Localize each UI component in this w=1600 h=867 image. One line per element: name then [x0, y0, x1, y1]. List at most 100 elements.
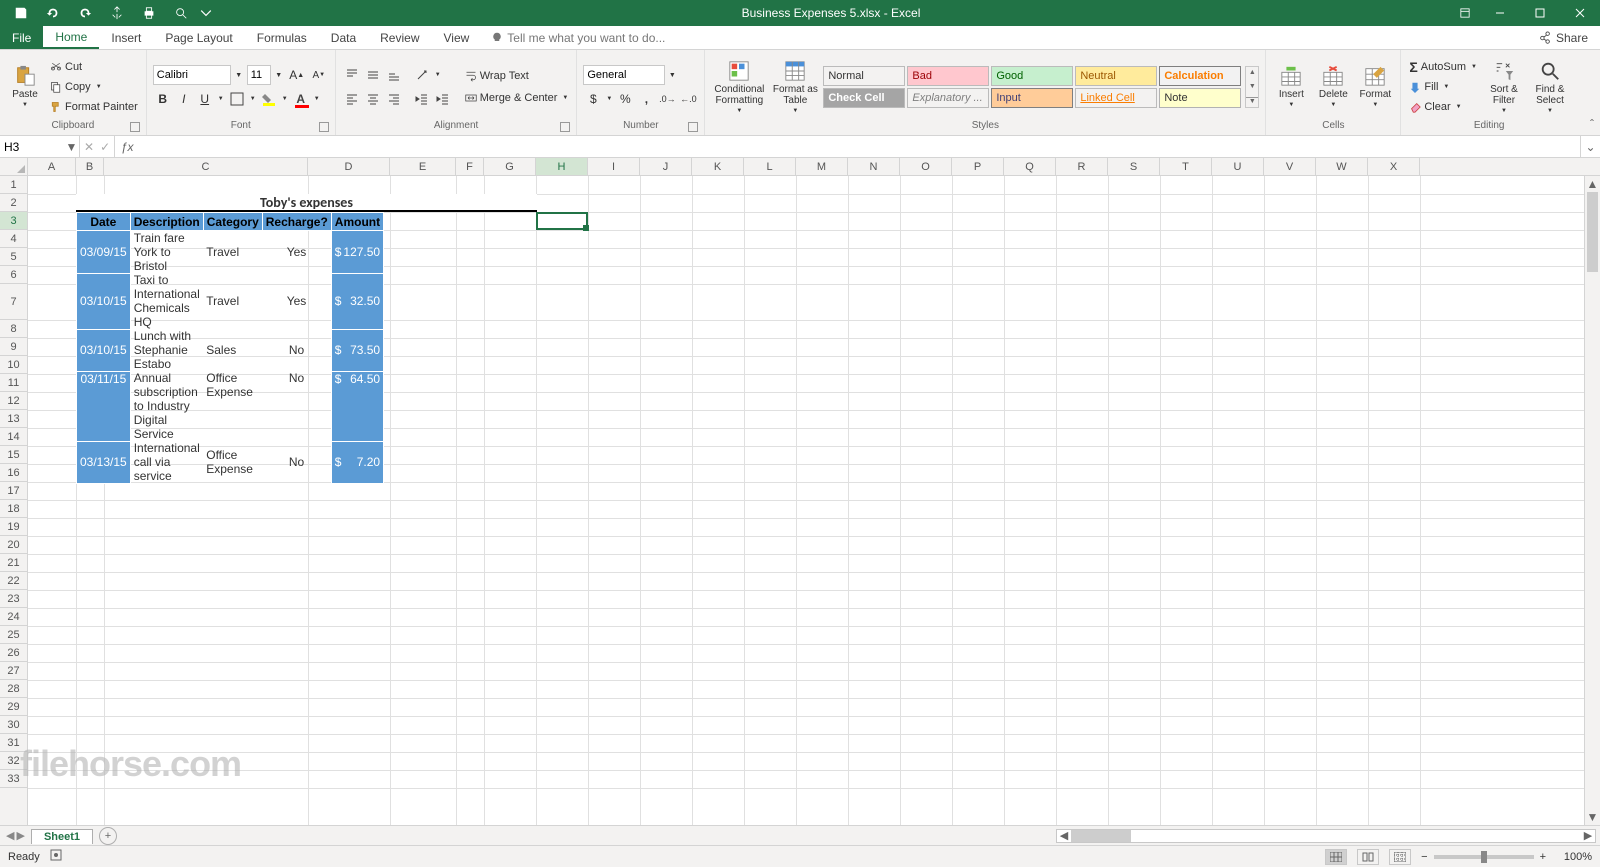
minimize-icon[interactable]	[1480, 0, 1520, 26]
column-header-F[interactable]: F	[456, 158, 484, 175]
font-dialog-launcher[interactable]	[319, 122, 329, 132]
expand-formula-bar-icon[interactable]: ⌄	[1580, 136, 1600, 157]
page-break-view-icon[interactable]	[1389, 849, 1411, 865]
header-description[interactable]: Description	[130, 213, 203, 231]
decrease-indent-icon[interactable]	[412, 89, 432, 109]
cell-description[interactable]: Train fare York to Bristol	[130, 231, 203, 274]
cell-category[interactable]: Sales	[203, 329, 262, 371]
row-header-19[interactable]: 19	[0, 518, 27, 536]
print-preview-icon[interactable]	[168, 1, 194, 25]
column-header-I[interactable]: I	[588, 158, 640, 175]
row-header-7[interactable]: 7	[0, 284, 27, 320]
number-dialog-launcher[interactable]	[688, 122, 698, 132]
header-date[interactable]: Date	[77, 213, 131, 231]
tab-nav-next-icon[interactable]: ▶	[16, 829, 24, 842]
style-linked-cell[interactable]: Linked Cell	[1075, 88, 1157, 108]
touch-mode-icon[interactable]	[104, 1, 130, 25]
cell-amount[interactable]: $73.50	[331, 329, 383, 371]
styles-more[interactable]: ▲▼▼	[1245, 66, 1259, 108]
row-header-15[interactable]: 15	[0, 446, 27, 464]
tab-data[interactable]: Data	[319, 26, 368, 49]
tell-me-search[interactable]: Tell me what you want to do...	[481, 26, 675, 49]
row-header-24[interactable]: 24	[0, 608, 27, 626]
format-cells-button[interactable]: Format▼	[1356, 57, 1394, 117]
tab-home[interactable]: Home	[43, 26, 99, 49]
cell-date[interactable]: 03/10/15	[77, 329, 131, 371]
cell-date[interactable]: 03/13/15	[77, 441, 131, 483]
cell-amount[interactable]: $7.20	[331, 441, 383, 483]
column-header-N[interactable]: N	[848, 158, 900, 175]
row-header-18[interactable]: 18	[0, 500, 27, 518]
row-header-33[interactable]: 33	[0, 770, 27, 788]
cell-category[interactable]: Travel	[203, 231, 262, 274]
comma-format-icon[interactable]: ,	[636, 89, 656, 109]
column-header-A[interactable]: A	[28, 158, 76, 175]
tab-formulas[interactable]: Formulas	[245, 26, 319, 49]
tab-file[interactable]: File	[0, 26, 43, 49]
accounting-format-icon[interactable]: $	[583, 89, 603, 109]
style-note[interactable]: Note	[1159, 88, 1241, 108]
clear-button[interactable]: Clear▼	[1407, 98, 1479, 116]
orientation-dropdown[interactable]: ▼	[433, 65, 443, 85]
underline-button[interactable]: U	[195, 89, 215, 109]
align-top-icon[interactable]	[342, 65, 362, 85]
column-header-K[interactable]: K	[692, 158, 744, 175]
decrease-decimal-icon[interactable]: ←.0	[678, 89, 698, 109]
column-header-Q[interactable]: Q	[1004, 158, 1056, 175]
fx-icon[interactable]: ƒx	[115, 136, 139, 157]
style-bad[interactable]: Bad	[907, 66, 989, 86]
collapse-ribbon-icon[interactable]: ˆ	[1590, 117, 1594, 131]
fill-color-dropdown[interactable]: ▼	[280, 89, 290, 109]
row-header-16[interactable]: 16	[0, 464, 27, 482]
hscroll-thumb[interactable]	[1071, 830, 1131, 842]
cut-button[interactable]: Cut	[48, 58, 140, 76]
column-header-J[interactable]: J	[640, 158, 692, 175]
scroll-right-icon[interactable]: ▶	[1581, 830, 1595, 842]
ribbon-display-icon[interactable]	[1450, 0, 1480, 26]
autosum-button[interactable]: ΣAutoSum▼	[1407, 58, 1479, 76]
zoom-level[interactable]: 100%	[1552, 851, 1592, 863]
column-header-R[interactable]: R	[1056, 158, 1108, 175]
sheet-tab[interactable]: Sheet1	[31, 829, 93, 844]
maximize-icon[interactable]	[1520, 0, 1560, 26]
delete-cells-button[interactable]: Delete▼	[1314, 57, 1352, 117]
tab-insert[interactable]: Insert	[99, 26, 153, 49]
qat-customize-icon[interactable]	[200, 1, 212, 25]
column-header-H[interactable]: H	[536, 158, 588, 175]
merge-center-button[interactable]: Merge & Center▼	[463, 89, 571, 107]
column-header-V[interactable]: V	[1264, 158, 1316, 175]
vertical-scrollbar[interactable]: ▲ ▼	[1584, 176, 1600, 825]
close-icon[interactable]	[1560, 0, 1600, 26]
row-header-22[interactable]: 22	[0, 572, 27, 590]
font-name-input[interactable]	[153, 65, 231, 85]
increase-font-icon[interactable]: A▲	[287, 65, 307, 85]
share-button[interactable]: Share	[1526, 26, 1600, 49]
row-header-26[interactable]: 26	[0, 644, 27, 662]
undo-icon[interactable]	[40, 1, 66, 25]
alignment-dialog-launcher[interactable]	[560, 122, 570, 132]
scroll-left-icon[interactable]: ◀	[1057, 830, 1071, 842]
name-box[interactable]	[0, 140, 64, 154]
cell-recharge[interactable]: Yes	[262, 273, 331, 329]
scroll-up-icon[interactable]: ▲	[1585, 176, 1600, 192]
cell-recharge[interactable]: No	[262, 329, 331, 371]
cell-category[interactable]: Travel	[203, 273, 262, 329]
cell-date[interactable]: 03/09/15	[77, 231, 131, 274]
header-recharge[interactable]: Recharge?	[262, 213, 331, 231]
cell-description[interactable]: Lunch with Stephanie Estabo	[130, 329, 203, 371]
decrease-font-icon[interactable]: A▼	[309, 65, 329, 85]
row-header-9[interactable]: 9	[0, 338, 27, 356]
column-header-U[interactable]: U	[1212, 158, 1264, 175]
quick-print-icon[interactable]	[136, 1, 162, 25]
row-header-23[interactable]: 23	[0, 590, 27, 608]
header-amount[interactable]: Amount	[331, 213, 383, 231]
row-header-3[interactable]: 3	[0, 212, 27, 230]
align-bottom-icon[interactable]	[384, 65, 404, 85]
fill-color-button[interactable]	[259, 89, 279, 109]
row-header-27[interactable]: 27	[0, 662, 27, 680]
column-header-S[interactable]: S	[1108, 158, 1160, 175]
style-neutral[interactable]: Neutral	[1075, 66, 1157, 86]
increase-decimal-icon[interactable]: .0→	[657, 89, 677, 109]
clipboard-dialog-launcher[interactable]	[130, 122, 140, 132]
style-calculation[interactable]: Calculation	[1159, 66, 1241, 86]
